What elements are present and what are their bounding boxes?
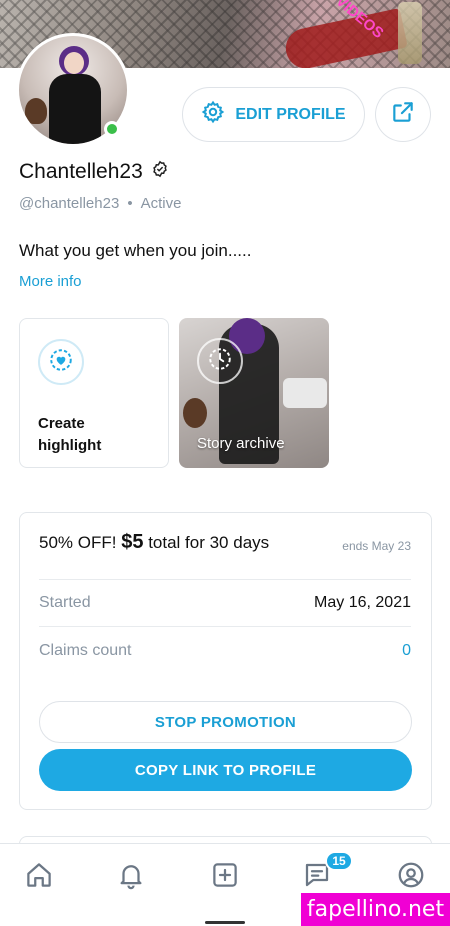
- bell-icon: [116, 860, 146, 895]
- stop-promotion-button[interactable]: STOP PROMOTION: [39, 701, 412, 743]
- copy-link-button[interactable]: COPY LINK TO PROFILE: [39, 749, 412, 791]
- archive-photo-seat: [283, 378, 327, 408]
- messages-badge: 15: [325, 851, 353, 871]
- gear-icon: [201, 100, 225, 129]
- home-icon: [24, 860, 54, 895]
- username-handle: @chantelleh23: [19, 195, 120, 212]
- handle-row: @chantelleh23 • Active: [19, 195, 181, 212]
- promotion-row-started: Started May 16, 2021: [39, 579, 411, 627]
- heart-icon: [48, 347, 74, 378]
- plus-square-icon: [210, 860, 240, 895]
- tab-notifications[interactable]: [114, 860, 148, 894]
- promotion-price: $5: [121, 531, 144, 553]
- story-archive-label: Story archive: [197, 435, 285, 452]
- create-highlight-label: Create highlight: [38, 415, 102, 454]
- activity-status: Active: [140, 195, 182, 212]
- avatar-face: [64, 52, 84, 74]
- more-info-link[interactable]: More info: [19, 273, 82, 290]
- promotion-duration: total for 30 days: [148, 533, 270, 552]
- promotion-end-date: ends May 23: [342, 539, 411, 553]
- archive-photo-doll: [183, 398, 207, 428]
- verified-icon: [151, 160, 169, 184]
- archive-ring: [197, 338, 243, 384]
- clock-icon: [207, 346, 233, 377]
- claims-label: Claims count: [39, 642, 132, 659]
- share-icon: [390, 99, 416, 130]
- share-button[interactable]: [375, 87, 431, 142]
- edit-profile-label: EDIT PROFILE: [235, 105, 346, 123]
- cover-bottle: [398, 2, 422, 64]
- story-archive-tile[interactable]: Story archive: [179, 318, 329, 468]
- home-indicator: [205, 921, 245, 924]
- promotion-discount: 50% OFF!: [39, 533, 117, 552]
- create-highlight-tile[interactable]: Create highlight: [19, 318, 169, 468]
- site-watermark: fapellino.net: [301, 893, 450, 926]
- avatar-doll: [25, 98, 47, 124]
- bio-text: What you get when you join.....: [19, 241, 252, 260]
- online-indicator: [104, 121, 120, 137]
- claims-value[interactable]: 0: [402, 642, 411, 660]
- tab-profile[interactable]: [394, 860, 428, 894]
- promotion-title: 50% OFF! $5 total for 30 days: [39, 531, 269, 554]
- display-name: Chantelleh23: [19, 160, 143, 183]
- started-label: Started: [39, 594, 91, 611]
- tab-new-post[interactable]: [208, 860, 242, 894]
- promotion-card: 50% OFF! $5 total for 30 days ends May 2…: [19, 512, 432, 810]
- tab-home[interactable]: [22, 860, 56, 894]
- highlight-ring: [38, 339, 84, 385]
- profile-name-row: Chantelleh23: [19, 160, 169, 184]
- started-value: May 16, 2021: [314, 594, 411, 611]
- separator-dot: •: [127, 195, 133, 212]
- edit-profile-button[interactable]: EDIT PROFILE: [182, 87, 365, 142]
- avatar-body: [49, 74, 101, 144]
- profile-icon: [396, 860, 426, 895]
- promotion-row-claims: Claims count 0: [39, 627, 411, 675]
